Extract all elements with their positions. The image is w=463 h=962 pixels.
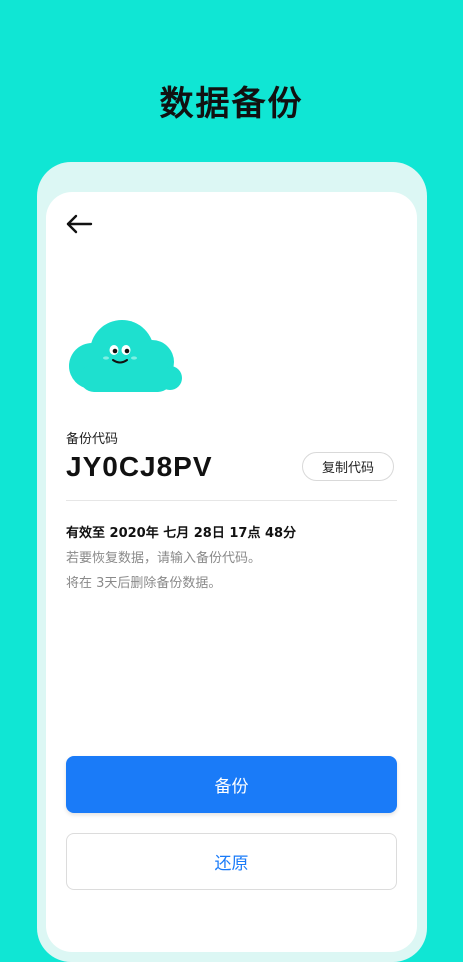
backup-code-label: 备份代码 [66, 432, 119, 447]
arrow-left-icon [66, 214, 93, 234]
backup-code-value: JY0CJ8PV [66, 451, 213, 482]
page-title: 数据备份 [159, 84, 304, 124]
cloud-mascot-icon [66, 318, 186, 398]
divider [66, 500, 397, 501]
copy-code-button[interactable]: 复制代码 [302, 452, 394, 481]
back-button[interactable] [64, 210, 96, 238]
delete-hint: 将在 3天后删除备份数据。 [66, 576, 222, 591]
backup-screen: 备份代码 JY0CJ8PV 复制代码 有效至 2020年 七月 28日 17点 … [46, 192, 417, 952]
restore-button[interactable]: 还原 [66, 833, 397, 890]
restore-hint: 若要恢复数据，请输入备份代码。 [66, 551, 262, 566]
validity-text: 有效至 2020年 七月 28日 17点 48分 [66, 526, 297, 541]
backup-button[interactable]: 备份 [66, 756, 397, 813]
